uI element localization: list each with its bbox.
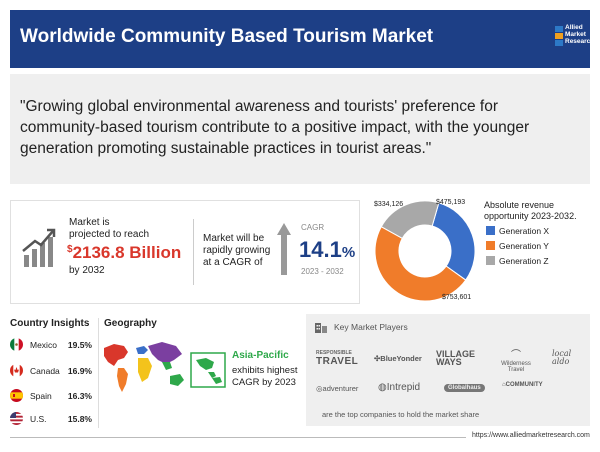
cagr-unit: % xyxy=(341,244,356,261)
country-row-spain: Spain 16.3% xyxy=(10,389,92,403)
legend-label: Generation X xyxy=(499,226,550,236)
allied-market-research-logo: Allied Market Research xyxy=(555,24,595,54)
geography-title: Geography xyxy=(104,318,157,329)
legend-swatch xyxy=(486,256,495,265)
legend-label: Generation Y xyxy=(499,241,549,251)
footer-url[interactable]: https://www.alliedmarketresearch.com xyxy=(472,432,590,439)
donut-slice-generation-x xyxy=(431,202,476,281)
world-map-icon xyxy=(104,342,184,392)
legend-label: Generation Z xyxy=(499,256,549,266)
globe-icon: ◍ xyxy=(378,382,387,393)
player-logo-text: Intrepid xyxy=(386,382,421,393)
player-logo-text: COMMUNITY xyxy=(505,382,543,388)
player-logo-community: ⌂COMMUNITY xyxy=(502,382,543,388)
legend-item-gen-y: Generation Y xyxy=(486,241,549,251)
cagr-label: CAGR xyxy=(301,223,325,232)
growth-text: Market will be xyxy=(203,233,265,244)
donut-label-gen-x: $475,193 xyxy=(436,199,466,206)
growth-text: rapidly growing xyxy=(203,245,271,256)
country-name: Canada xyxy=(30,366,60,376)
player-logo-village-ways: VILLAGE WAYS xyxy=(436,349,476,367)
country-row-mexico: Mexico 19.5% xyxy=(10,338,92,352)
projection-text: projected to reach xyxy=(69,229,150,240)
legend-item-gen-z: Generation Z xyxy=(486,256,549,266)
geography-region: Asia-Pacific xyxy=(232,350,289,361)
cagr-value: 14.1% xyxy=(299,237,355,263)
divider xyxy=(193,219,194,285)
players-title: Key Market Players xyxy=(334,322,408,332)
legend-swatch xyxy=(486,241,495,250)
mexico-flag-icon xyxy=(10,338,23,351)
donut-label-gen-z: $334,126 xyxy=(374,201,404,208)
logo-word: Research xyxy=(565,38,595,45)
market-value-amount: 2136.8 Billion xyxy=(72,243,182,262)
logo-word: Allied xyxy=(565,24,583,31)
players-footnote: are the top companies to hold the market… xyxy=(322,410,480,419)
player-logo-text: BlueYonder xyxy=(380,354,422,363)
legend-item-gen-x: Generation X xyxy=(486,226,549,236)
us-flag-icon xyxy=(10,412,23,425)
player-logo-text: TRAVEL xyxy=(316,356,359,367)
logo-word: Market xyxy=(565,31,586,38)
player-logo-intrepid: ◍Intrepid xyxy=(378,382,420,393)
canada-flag-icon xyxy=(10,364,23,377)
legend-title: Absolute revenue opportunity 2023-2032. xyxy=(484,200,577,221)
geography-desc: exhibits highest xyxy=(232,365,298,376)
cagr-number: 14.1 xyxy=(299,237,342,262)
country-value: 19.5% xyxy=(67,340,92,350)
bird-icon: ⌒ xyxy=(511,350,521,361)
quote-text: "Growing global environmental awareness … xyxy=(20,98,530,157)
divider xyxy=(98,318,99,428)
country-name: U.S. xyxy=(30,414,47,424)
logo-bars-icon xyxy=(555,26,563,46)
cagr-years: 2023 - 2032 xyxy=(301,267,344,276)
building-icon xyxy=(315,323,327,333)
player-logo-globalhaus: Globalhaus xyxy=(444,384,485,392)
quote-panel: "Growing global environmental awareness … xyxy=(10,74,590,184)
player-logo-text: adventurer xyxy=(322,384,359,393)
bar-growth-icon xyxy=(22,228,56,267)
market-value-year: by 2032 xyxy=(69,265,105,276)
arrow-up-icon xyxy=(277,223,291,275)
asia-pacific-map-icon xyxy=(190,352,226,388)
footer-divider xyxy=(10,437,466,438)
player-logo-adventurer: ◎adventurer xyxy=(316,384,358,393)
country-insights-title: Country Insights xyxy=(10,318,90,329)
country-row-us: U.S. 15.8% xyxy=(10,412,92,426)
player-logo-blueyonder: ✣BlueYonder xyxy=(374,354,422,363)
revenue-donut-chart xyxy=(374,200,476,302)
player-logo-text: Wilderness Travel xyxy=(501,361,531,373)
player-logo-wilderness-travel: ⌒ Wilderness Travel xyxy=(496,346,536,373)
spain-flag-icon xyxy=(10,389,23,402)
player-logo-responsible-travel: RESPONSIBLE TRAVEL xyxy=(316,350,358,367)
key-market-players-panel: Key Market Players RESPONSIBLE TRAVEL ✣B… xyxy=(306,314,590,426)
page-title: Worldwide Community Based Tourism Market xyxy=(20,26,434,47)
header-banner: Worldwide Community Based Tourism Market… xyxy=(10,10,594,68)
donut-label-gen-y: $753,601 xyxy=(442,294,472,301)
market-stats-panel: Market is projected to reach $2136.8 Bil… xyxy=(10,200,360,304)
market-value: $2136.8 Billion xyxy=(67,243,181,263)
country-name: Spain xyxy=(30,391,52,401)
player-logo-local-aldo: local aldo xyxy=(552,349,572,366)
country-row-canada: Canada 16.9% xyxy=(10,364,92,378)
legend-swatch xyxy=(486,226,495,235)
country-value: 16.3% xyxy=(67,391,92,401)
projection-text: Market is xyxy=(69,217,110,228)
geography-desc: CAGR by 2023 xyxy=(232,377,296,388)
country-name: Mexico xyxy=(30,340,57,350)
country-value: 15.8% xyxy=(67,414,92,424)
country-value: 16.9% xyxy=(67,366,92,376)
growth-text: at a CAGR of xyxy=(203,257,263,268)
